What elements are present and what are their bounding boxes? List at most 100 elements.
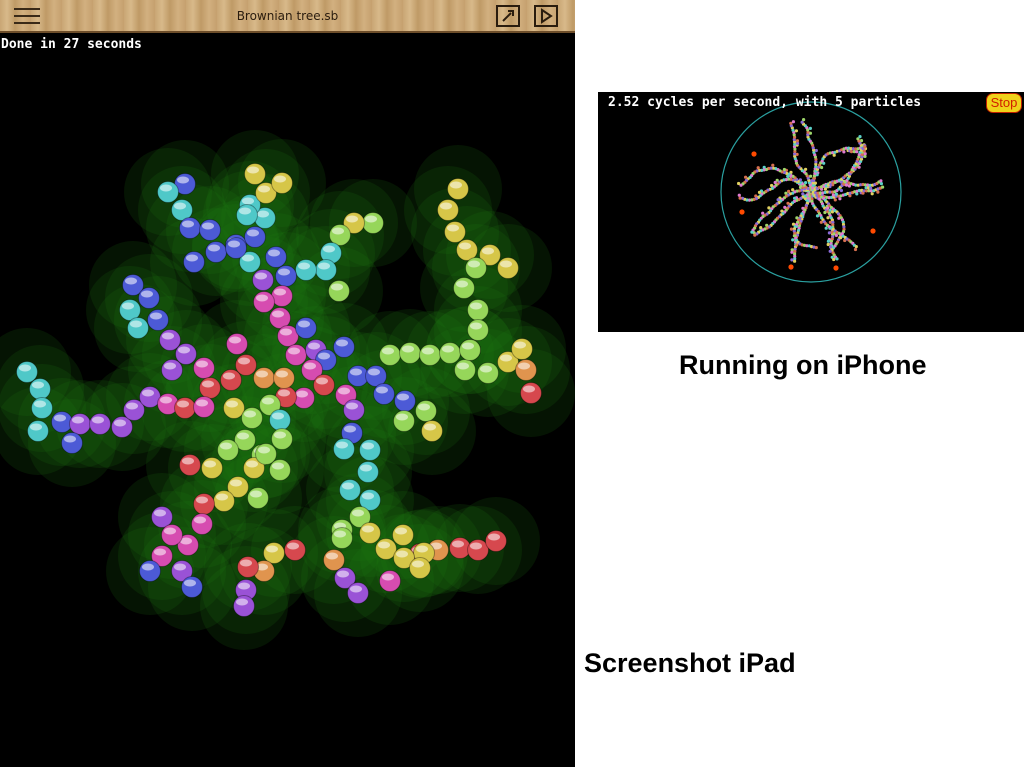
tree-ball xyxy=(269,459,291,481)
ball-highlight xyxy=(247,166,259,174)
tree-ball xyxy=(328,280,350,302)
tree-ball xyxy=(331,527,353,549)
ball-highlight xyxy=(141,290,153,298)
tree-ball xyxy=(453,277,475,299)
ball-highlight xyxy=(482,247,494,255)
ball-highlight xyxy=(500,354,512,362)
mini-tree-dot xyxy=(804,181,808,185)
ball-highlight xyxy=(30,423,42,431)
mini-tree-dot xyxy=(829,245,833,249)
run-button[interactable] xyxy=(534,5,558,27)
tree-ball xyxy=(315,259,337,281)
ball-highlight xyxy=(523,385,535,393)
tree-ball xyxy=(467,299,489,321)
tree-ball xyxy=(147,309,169,331)
tree-ball xyxy=(217,439,239,461)
ball-highlight xyxy=(362,442,374,450)
ball-highlight xyxy=(226,400,238,408)
ball-highlight xyxy=(422,347,434,355)
ball-highlight xyxy=(318,262,330,270)
tree-ball xyxy=(379,570,401,592)
ball-highlight xyxy=(238,582,250,590)
ball-highlight xyxy=(196,496,208,504)
tree-ball xyxy=(31,397,53,419)
mini-tree-dot xyxy=(787,189,791,193)
tree-ball xyxy=(373,383,395,405)
ball-highlight xyxy=(240,559,252,567)
tree-ball xyxy=(241,407,263,429)
tree-ball xyxy=(244,226,266,248)
mini-tree-dot xyxy=(789,227,794,231)
ball-highlight xyxy=(238,357,250,365)
ball-highlight xyxy=(272,310,284,318)
ball-highlight xyxy=(154,548,166,556)
tree-ball xyxy=(285,344,307,366)
tree-ball xyxy=(273,367,295,389)
tree-ball xyxy=(183,251,205,273)
mini-tree-dot xyxy=(854,245,858,249)
ball-highlight xyxy=(276,370,288,378)
tree-ball xyxy=(89,413,111,435)
ball-highlight xyxy=(164,362,176,370)
mini-tree-dot xyxy=(842,150,846,154)
mini-tree-dot xyxy=(793,259,797,263)
stop-button[interactable]: Stop xyxy=(986,93,1022,113)
ball-highlight xyxy=(274,175,286,183)
ball-highlight xyxy=(32,381,44,389)
ball-highlight xyxy=(202,222,214,230)
ball-highlight xyxy=(256,294,268,302)
ball-highlight xyxy=(514,341,526,349)
tree-ball xyxy=(399,342,421,364)
ball-highlight xyxy=(220,442,232,450)
ball-highlight xyxy=(272,412,284,420)
ball-highlight xyxy=(424,423,436,431)
ball-highlight xyxy=(442,345,454,353)
mini-tree-dot xyxy=(827,231,831,235)
brownian-tree-canvas xyxy=(0,130,575,650)
ball-highlight xyxy=(114,419,126,427)
ball-highlight xyxy=(447,224,459,232)
ball-highlight xyxy=(150,312,162,320)
edit-button[interactable] xyxy=(496,5,520,27)
mini-tree-dot xyxy=(823,187,827,191)
mini-tree-dot xyxy=(756,166,760,170)
particle xyxy=(870,228,876,234)
mini-tree-dot xyxy=(791,120,795,124)
ball-highlight xyxy=(470,542,482,550)
ball-highlight xyxy=(350,368,362,376)
ball-highlight xyxy=(296,390,308,398)
tree-ball xyxy=(347,582,369,604)
ball-highlight xyxy=(160,396,172,404)
ball-highlight xyxy=(164,527,176,535)
ball-highlight xyxy=(346,402,358,410)
window-title: Brownian tree.sb xyxy=(236,9,339,23)
mini-tree-dot xyxy=(879,179,883,183)
mini-tree-dot xyxy=(853,247,858,252)
ball-highlight xyxy=(326,552,338,560)
tree-ball xyxy=(313,374,335,396)
particle xyxy=(788,264,794,270)
ball-highlight xyxy=(462,342,474,350)
ball-highlight xyxy=(395,527,407,535)
tree-ball xyxy=(485,530,507,552)
tree-ball xyxy=(447,178,469,200)
ball-highlight xyxy=(452,540,464,548)
ball-highlight xyxy=(308,342,320,350)
ball-highlight xyxy=(488,533,500,541)
mini-tree-dot xyxy=(801,192,805,196)
mini-tree-dot xyxy=(855,150,859,154)
tree-ball xyxy=(181,576,203,598)
tree-ball xyxy=(333,438,355,460)
tree-ball xyxy=(247,487,269,509)
mini-tree-dot xyxy=(834,233,838,237)
ball-highlight xyxy=(256,370,268,378)
tree-ball xyxy=(477,362,499,384)
mini-tree-dot xyxy=(826,239,830,243)
mini-tree-dot xyxy=(849,150,854,154)
tree-ball xyxy=(339,479,361,501)
mini-tree-dot xyxy=(770,183,774,188)
tree-ball xyxy=(409,557,431,579)
ball-highlight xyxy=(336,339,348,347)
tree-ball xyxy=(284,539,306,561)
ball-highlight xyxy=(378,541,390,549)
